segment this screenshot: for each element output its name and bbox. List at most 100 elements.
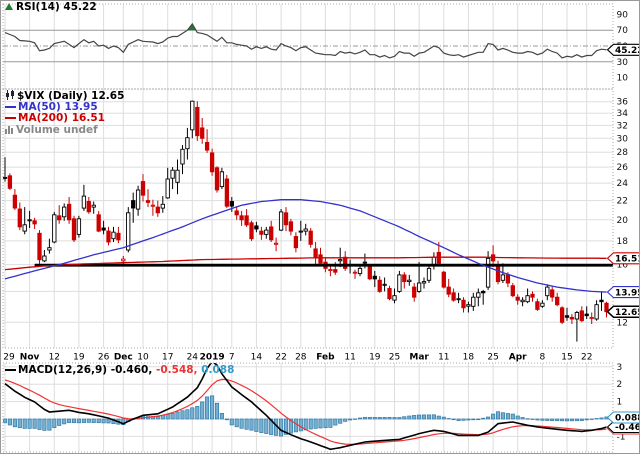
candle-body [511,286,514,296]
candle-body [590,317,593,318]
macd-histogram-bar [590,419,593,420]
candle-body [319,255,322,263]
price-axis-label: 18 [617,237,629,247]
macd-label: MACD(12,26,9) [18,364,107,376]
candle-body [122,259,125,261]
macd-histogram-bar [265,419,268,434]
candle-body [201,128,204,138]
macd-histogram-bar [23,419,26,428]
candle-body [127,213,130,250]
macd-histogram-bar [422,415,425,419]
macd-histogram-bar [225,419,228,420]
macd-histogram-bar [43,419,46,430]
rsi-legend-text: RSI(14) 45.22 [16,1,97,13]
rsi-area-icon [5,2,14,15]
macd-histogram-bar [102,419,105,423]
macd-histogram-bar [437,416,440,419]
price-axis-label: 26 [617,163,629,173]
chart-canvas: 907050301036343230282624222018161412321-… [1,1,640,454]
price-axis-label: 12 [617,318,628,328]
candle-body [432,257,435,264]
candle-body [136,190,139,209]
macd-histogram-bar [3,419,6,423]
rsi-axis-label: 30 [617,58,629,68]
candle-body [309,231,312,244]
macd-histogram-bar [521,418,524,420]
macd-histogram-bar [506,414,509,420]
candle-body [294,237,297,248]
macd-histogram-bar [279,419,282,436]
ma200-line [5,257,607,269]
candle-body [595,305,598,319]
date-label: 19 [73,353,85,363]
macd-histogram-bar [67,419,70,423]
candle-body [585,314,588,316]
candle-body [368,266,371,279]
macd-histogram-bar [595,419,598,420]
candle-body [3,177,6,178]
macd-histogram-bar [48,419,51,430]
macd-histogram-bar [482,418,485,419]
candle-body [274,243,277,244]
macd-histogram-bar [319,419,322,428]
price-axis-label: 34 [617,109,629,119]
macd-histogram-bar [363,417,366,419]
candle-body [486,258,489,287]
macd-histogram-bar [58,419,61,426]
candle-body [570,317,573,319]
macd-histogram-bar [575,419,578,421]
macd-histogram-bar [329,419,332,427]
date-label: 7 [229,353,235,363]
macd-histogram-bar [38,419,41,430]
date-label: 2019 [200,353,225,363]
candle-body [146,201,149,203]
candle-body [8,176,11,189]
candle-body [373,276,376,279]
candle-body [196,107,199,135]
candle-body [63,207,66,217]
candle-body [82,196,85,208]
macd-histogram-bar [348,419,351,420]
rsi-axis-label: 10 [617,74,629,84]
candle-body [67,204,70,220]
macd-axis-label: 2 [617,380,623,390]
macd-histogram-bar [541,419,544,420]
candle-body [240,216,243,220]
ma50-line [5,200,607,292]
candle-body [53,215,56,242]
rsi-line [5,24,607,58]
price-axis-label: 20 [617,216,629,226]
macd-histogram-bar [186,410,189,419]
ma50-label: MA(50) 13.95 [18,101,98,113]
candle-body [496,265,499,282]
macd-histogram-bar [13,419,16,427]
candle-body [452,293,455,300]
candle-body [329,270,332,271]
signal-value: -0.548, [156,364,198,376]
macd-histogram-bar [181,411,184,419]
candle-body [575,313,578,320]
candle-body [107,231,110,242]
candle-body [403,275,406,282]
date-label: 28 [295,353,307,363]
rsi-axis-label: 90 [617,10,629,20]
candle-body [546,287,549,296]
macd-histogram-bar [339,419,342,423]
candle-body [265,230,268,234]
macd-histogram-bar [477,419,480,420]
macd-histogram-bar [467,419,470,420]
candle-body [417,283,420,291]
candle-body [299,231,302,232]
macd-histogram-bar [107,419,110,423]
value-box-text: -0.460 [615,423,640,433]
date-label: 29 [3,353,15,363]
candle-body [600,300,603,302]
candle-body [48,248,51,250]
macd-histogram-bar [309,419,312,429]
macd-histogram-bar [368,417,371,419]
candle-body [181,149,184,164]
macd-histogram-bar [373,417,376,419]
macd-histogram-bar [294,419,297,432]
rsi-panel [3,4,613,89]
date-label: 26 [98,353,110,363]
